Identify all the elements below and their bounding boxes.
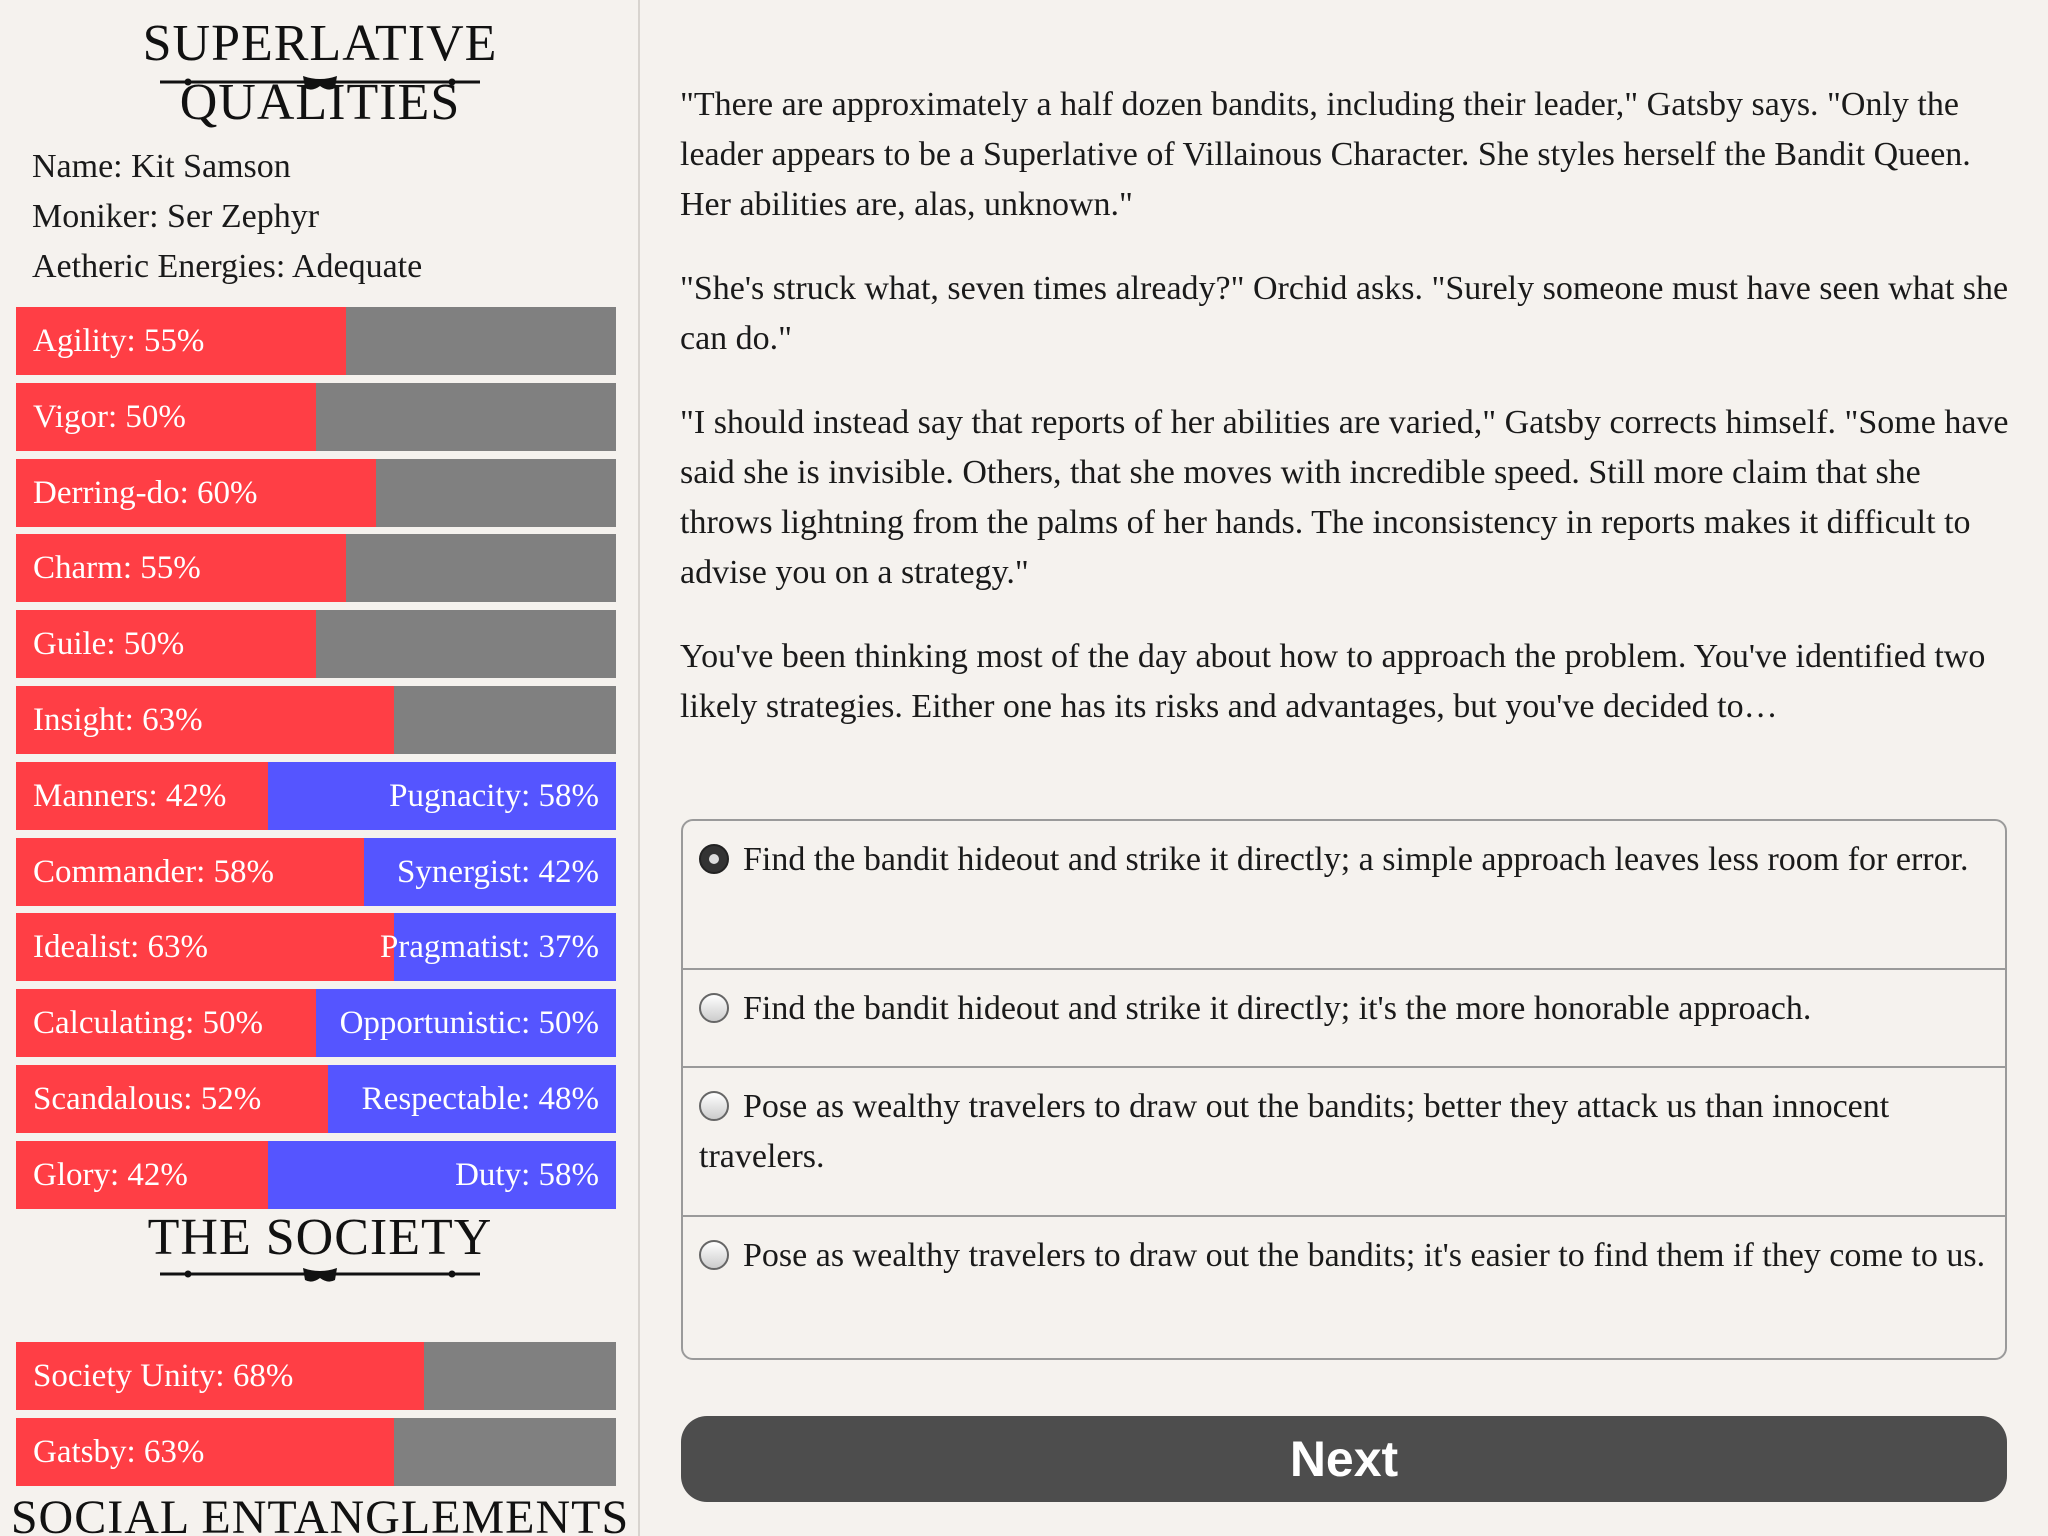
- bar-label: Calculating: 50%: [33, 1005, 264, 1042]
- stat-bar: Insight: 63%: [16, 686, 616, 754]
- bar-label-right: Duty: 58%: [455, 1156, 599, 1193]
- society-title: THE SOCIETY: [147, 1209, 493, 1266]
- society-bar: Society Unity: 68%: [16, 1342, 616, 1410]
- opposed-stat-bar: Scandalous: 52% Respectable: 48%: [16, 1065, 616, 1133]
- bar-label: Agility: 55%: [33, 323, 205, 359]
- bar-label-right: Pragmatist: 37%: [379, 929, 599, 966]
- opposed-stat-bar: Glory: 42% Duty: 58%: [16, 1140, 616, 1209]
- bar-label-right: Opportunistic: 50%: [339, 1005, 599, 1042]
- choice-label: Find the bandit hideout and strike it di…: [743, 990, 1812, 1027]
- bar-label: Guile: 50%: [33, 626, 185, 663]
- bar-label: Manners: 42%: [33, 777, 227, 814]
- choice-option[interactable]: Find the bandit hideout and strike it di…: [683, 821, 2005, 968]
- radio-icon[interactable]: [699, 1091, 729, 1121]
- bar-label-right: Pugnacity: 58%: [389, 777, 599, 814]
- bar-label-right: Respectable: 48%: [361, 1081, 599, 1117]
- character-name: Name: Kit Samson: [32, 148, 291, 185]
- stat-bar: Guile: 50%: [16, 610, 616, 679]
- bar-label: Charm: 55%: [33, 550, 201, 587]
- stat-bar: Agility: 55%: [16, 307, 616, 375]
- story-paragraph: "I should instead say that reports of he…: [680, 404, 2009, 591]
- stat-bar: Vigor: 50%: [16, 382, 616, 451]
- bar-label: Society Unity: 68%: [33, 1358, 294, 1394]
- bar-label: Vigor: 50%: [33, 398, 186, 435]
- opposed-stat-bar: Manners: 42% Pugnacity: 58%: [16, 761, 616, 830]
- stats-sidebar: SUPERLATIVE QUALITIES Name: Kit Samson M…: [0, 0, 640, 1536]
- choice-list: Find the bandit hideout and strike it di…: [681, 819, 2007, 1360]
- social-entanglements-title: SOCIAL ENTANGLEMENTS: [10, 1491, 630, 1536]
- bar-label: Commander: 58%: [33, 853, 275, 890]
- choice-label: Find the bandit hideout and strike it di…: [743, 841, 1969, 878]
- bar-label-right: Synergist: 42%: [397, 853, 599, 890]
- bar-label: Insight: 63%: [33, 702, 203, 738]
- choice-option[interactable]: Find the bandit hideout and strike it di…: [683, 968, 2005, 1066]
- radio-selected-icon[interactable]: [699, 844, 729, 874]
- choice-option[interactable]: Pose as wealthy travelers to draw out th…: [683, 1215, 2005, 1358]
- story-paragraph: "There are approximately a half dozen ba…: [680, 86, 1971, 223]
- next-button[interactable]: Next: [681, 1416, 2007, 1502]
- bar-label: Gatsby: 63%: [33, 1434, 205, 1470]
- radio-icon[interactable]: [699, 993, 729, 1023]
- opposed-stat-bar: Commander: 58% Synergist: 42%: [16, 837, 616, 906]
- choice-label: Pose as wealthy travelers to draw out th…: [699, 1088, 1890, 1175]
- bar-label: Glory: 42%: [33, 1156, 188, 1193]
- radio-icon[interactable]: [699, 1240, 729, 1270]
- stat-bar: Charm: 55%: [16, 534, 616, 603]
- story-paragraph: You've been thinking most of the day abo…: [680, 638, 1986, 725]
- society-bar: Gatsby: 63%: [16, 1418, 616, 1486]
- choice-label: Pose as wealthy travelers to draw out th…: [743, 1237, 1986, 1274]
- mask-ornament-icon: [160, 1268, 480, 1282]
- story-paragraph: "She's struck what, seven times already?…: [680, 270, 2009, 357]
- bar-label: Derring-do: 60%: [33, 474, 258, 511]
- bar-label: Scandalous: 52%: [33, 1081, 262, 1117]
- stat-bar: Derring-do: 60%: [16, 458, 616, 527]
- character-moniker: Moniker: Ser Zephyr: [32, 198, 320, 235]
- opposed-stat-bar: Calculating: 50% Opportunistic: 50%: [16, 989, 616, 1058]
- mask-ornament-icon: [160, 76, 480, 90]
- opposed-stat-bar: Idealist: 63% Pragmatist: 37%: [16, 913, 616, 982]
- choice-option[interactable]: Pose as wealthy travelers to draw out th…: [683, 1066, 2005, 1215]
- bar-label: Idealist: 63%: [33, 929, 209, 966]
- aetheric-energies: Aetheric Energies: Adequate: [32, 248, 423, 285]
